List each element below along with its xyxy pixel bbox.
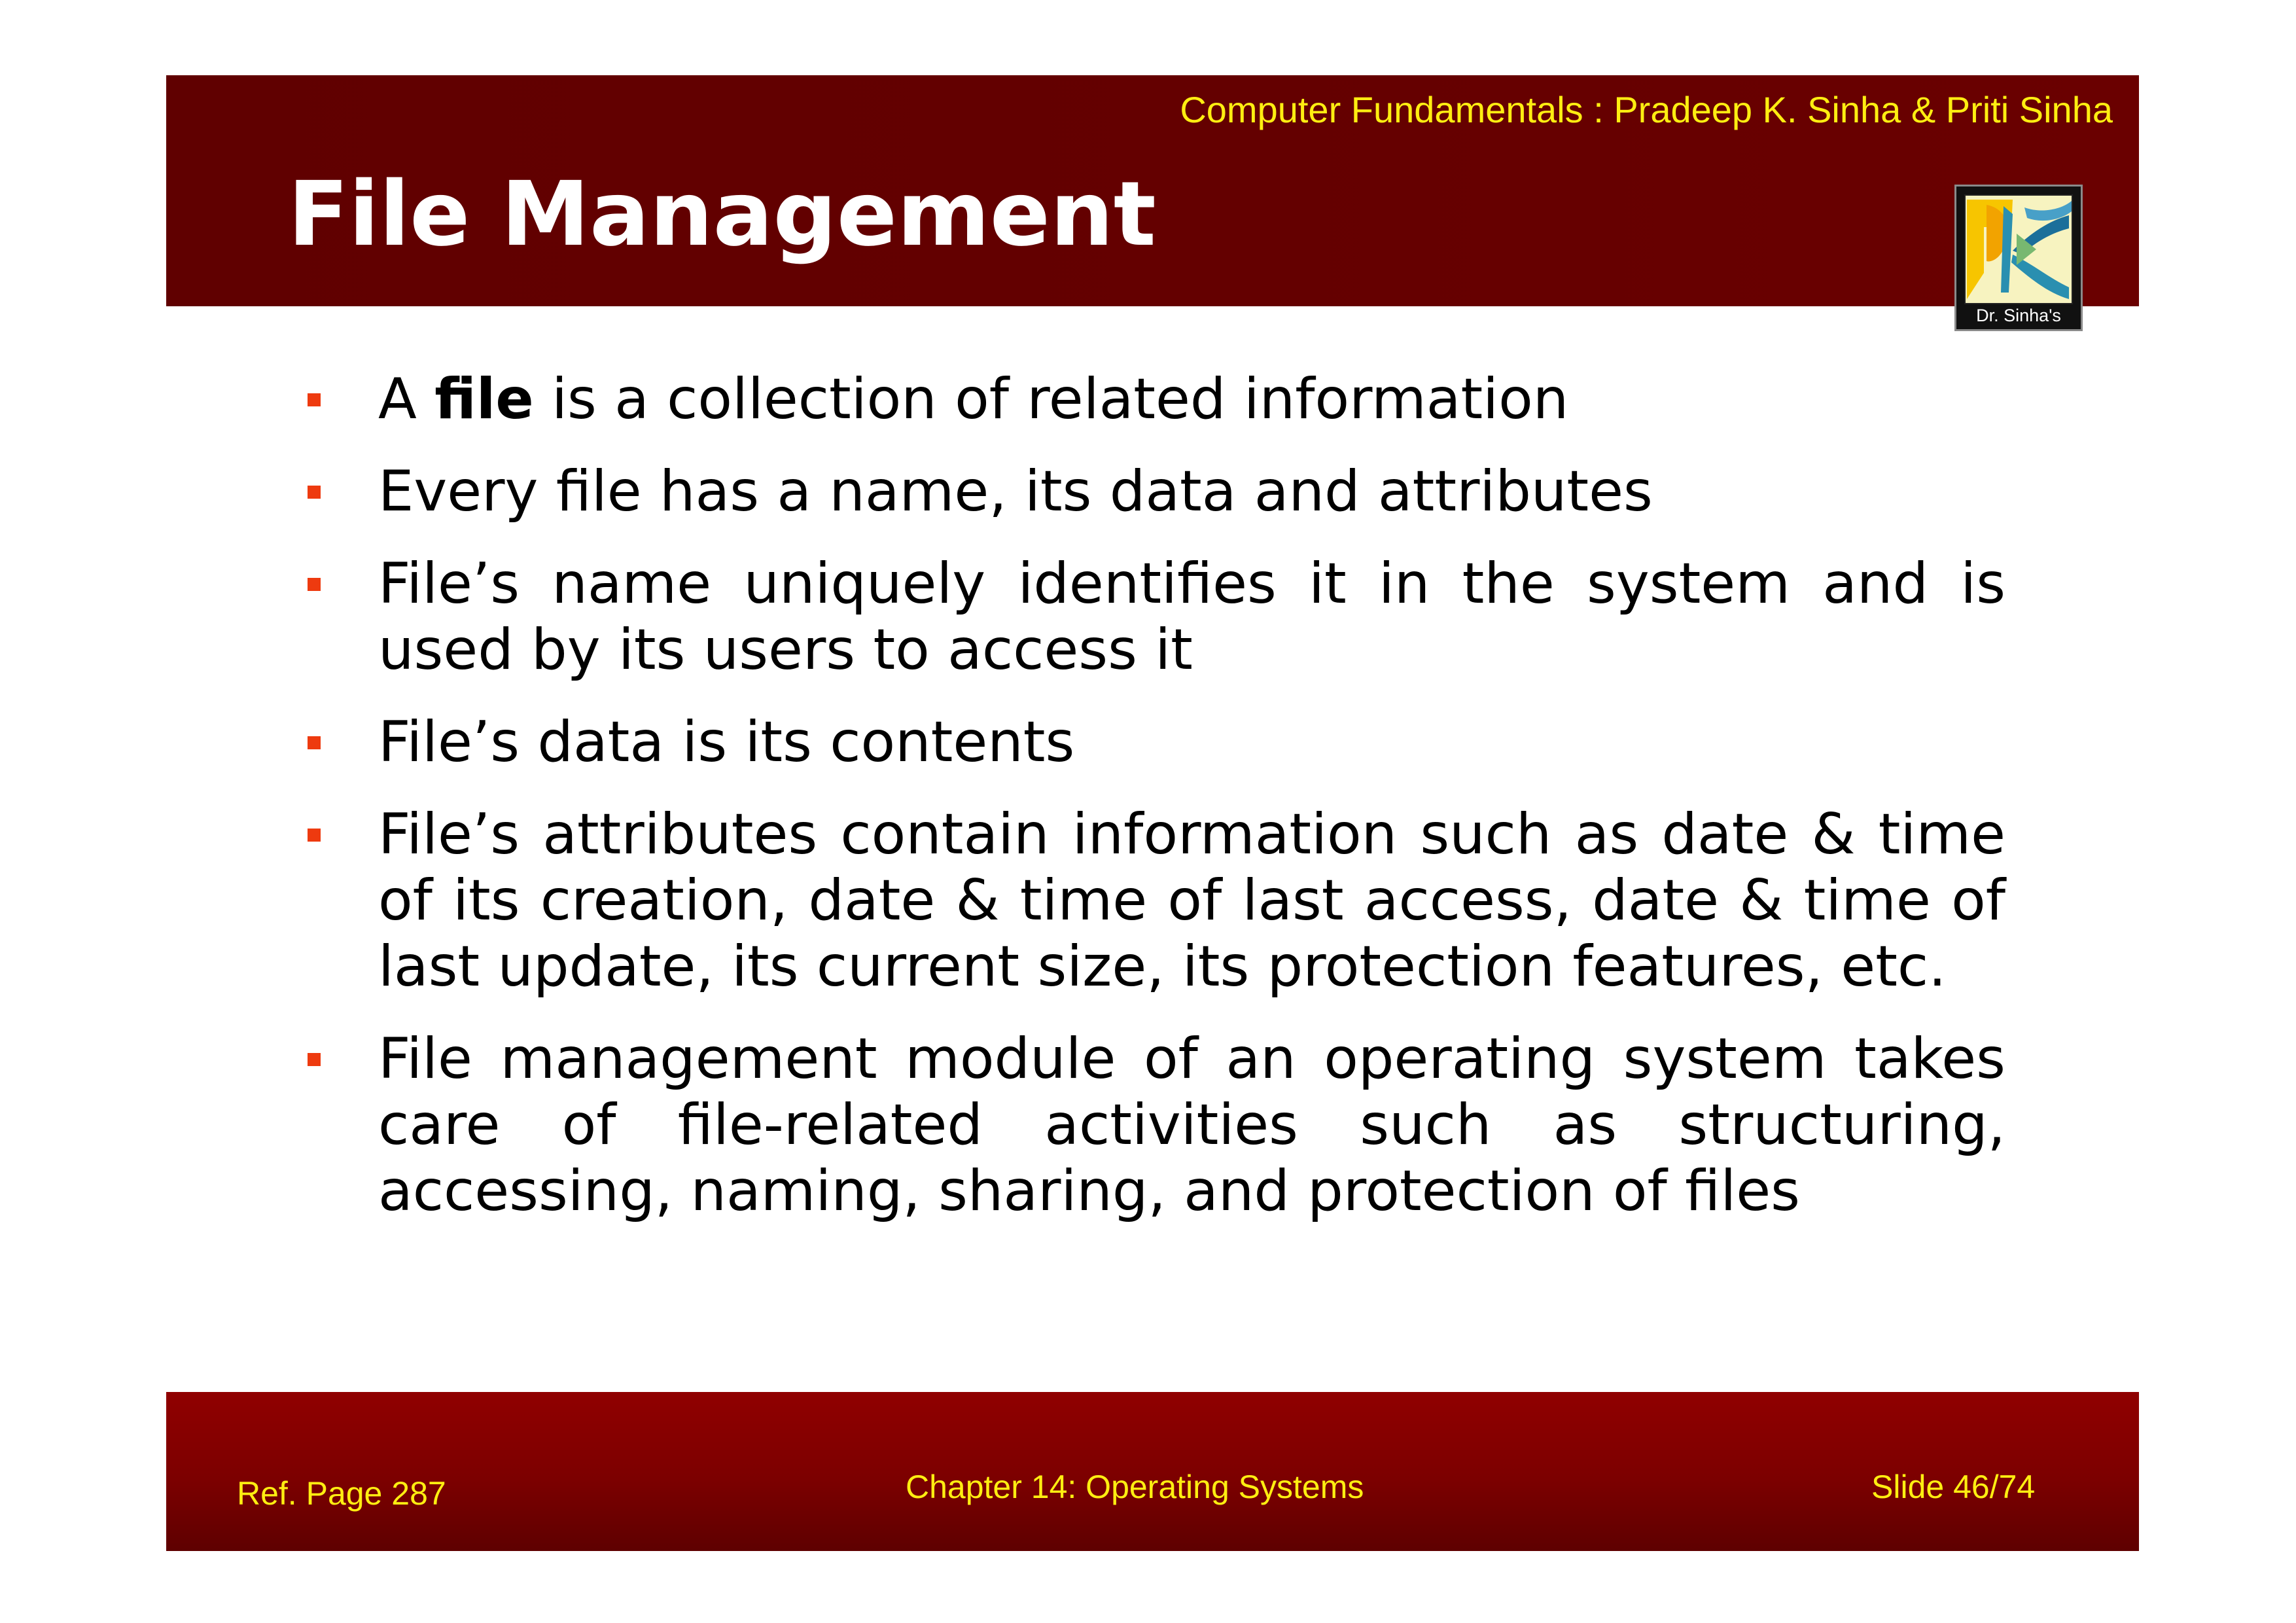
bullet-text: File management module of an operating s… bbox=[378, 1026, 2005, 1224]
square-bullet-icon bbox=[308, 393, 321, 406]
chapter-label: Chapter 14: Operating Systems bbox=[906, 1469, 1364, 1505]
bullet-text: File’s data is its contents bbox=[378, 709, 1075, 775]
list-item: File’s attributes contain information su… bbox=[304, 802, 2005, 1000]
bullet-bold-term: file bbox=[434, 366, 534, 432]
square-bullet-icon bbox=[308, 829, 321, 842]
slide-footer: Ref. Page 287 Chapter 14: Operating Syst… bbox=[166, 1392, 2139, 1551]
bullet-text-suffix: is a collection of related information bbox=[533, 366, 1569, 432]
bullet-text: File’s name uniquely identifies it in th… bbox=[378, 551, 2005, 683]
bullet-text: Every file has a name, its data and attr… bbox=[378, 459, 1653, 524]
list-item: File’s data is its contents bbox=[304, 709, 2005, 776]
list-item: A file is a collection of related inform… bbox=[304, 366, 2005, 433]
list-item: File management module of an operating s… bbox=[304, 1026, 2005, 1224]
slide-title: File Management bbox=[288, 163, 1156, 266]
square-bullet-icon bbox=[308, 1053, 321, 1066]
logo-caption: Dr. Sinha's bbox=[1976, 306, 2061, 325]
square-bullet-icon bbox=[308, 486, 321, 499]
logo-graphic bbox=[1964, 194, 2073, 304]
dr-sinhas-logo-icon: Dr. Sinha's bbox=[1954, 185, 2083, 331]
square-bullet-icon bbox=[308, 736, 321, 749]
book-source-label: Computer Fundamentals : Pradeep K. Sinha… bbox=[1180, 89, 2113, 130]
bullet-text: File’s attributes contain information su… bbox=[378, 802, 2005, 999]
list-item: File’s name uniquely identifies it in th… bbox=[304, 551, 2005, 683]
reference-page-label: Ref. Page 287 bbox=[237, 1475, 446, 1512]
slide-number-label: Slide 46/74 bbox=[1871, 1469, 2036, 1505]
slide-header: Computer Fundamentals : Pradeep K. Sinha… bbox=[166, 75, 2139, 306]
bullet-list: A file is a collection of related inform… bbox=[304, 366, 2005, 1251]
list-item: Every file has a name, its data and attr… bbox=[304, 459, 2005, 525]
square-bullet-icon bbox=[308, 578, 321, 591]
bullet-text-prefix: A bbox=[378, 366, 435, 432]
